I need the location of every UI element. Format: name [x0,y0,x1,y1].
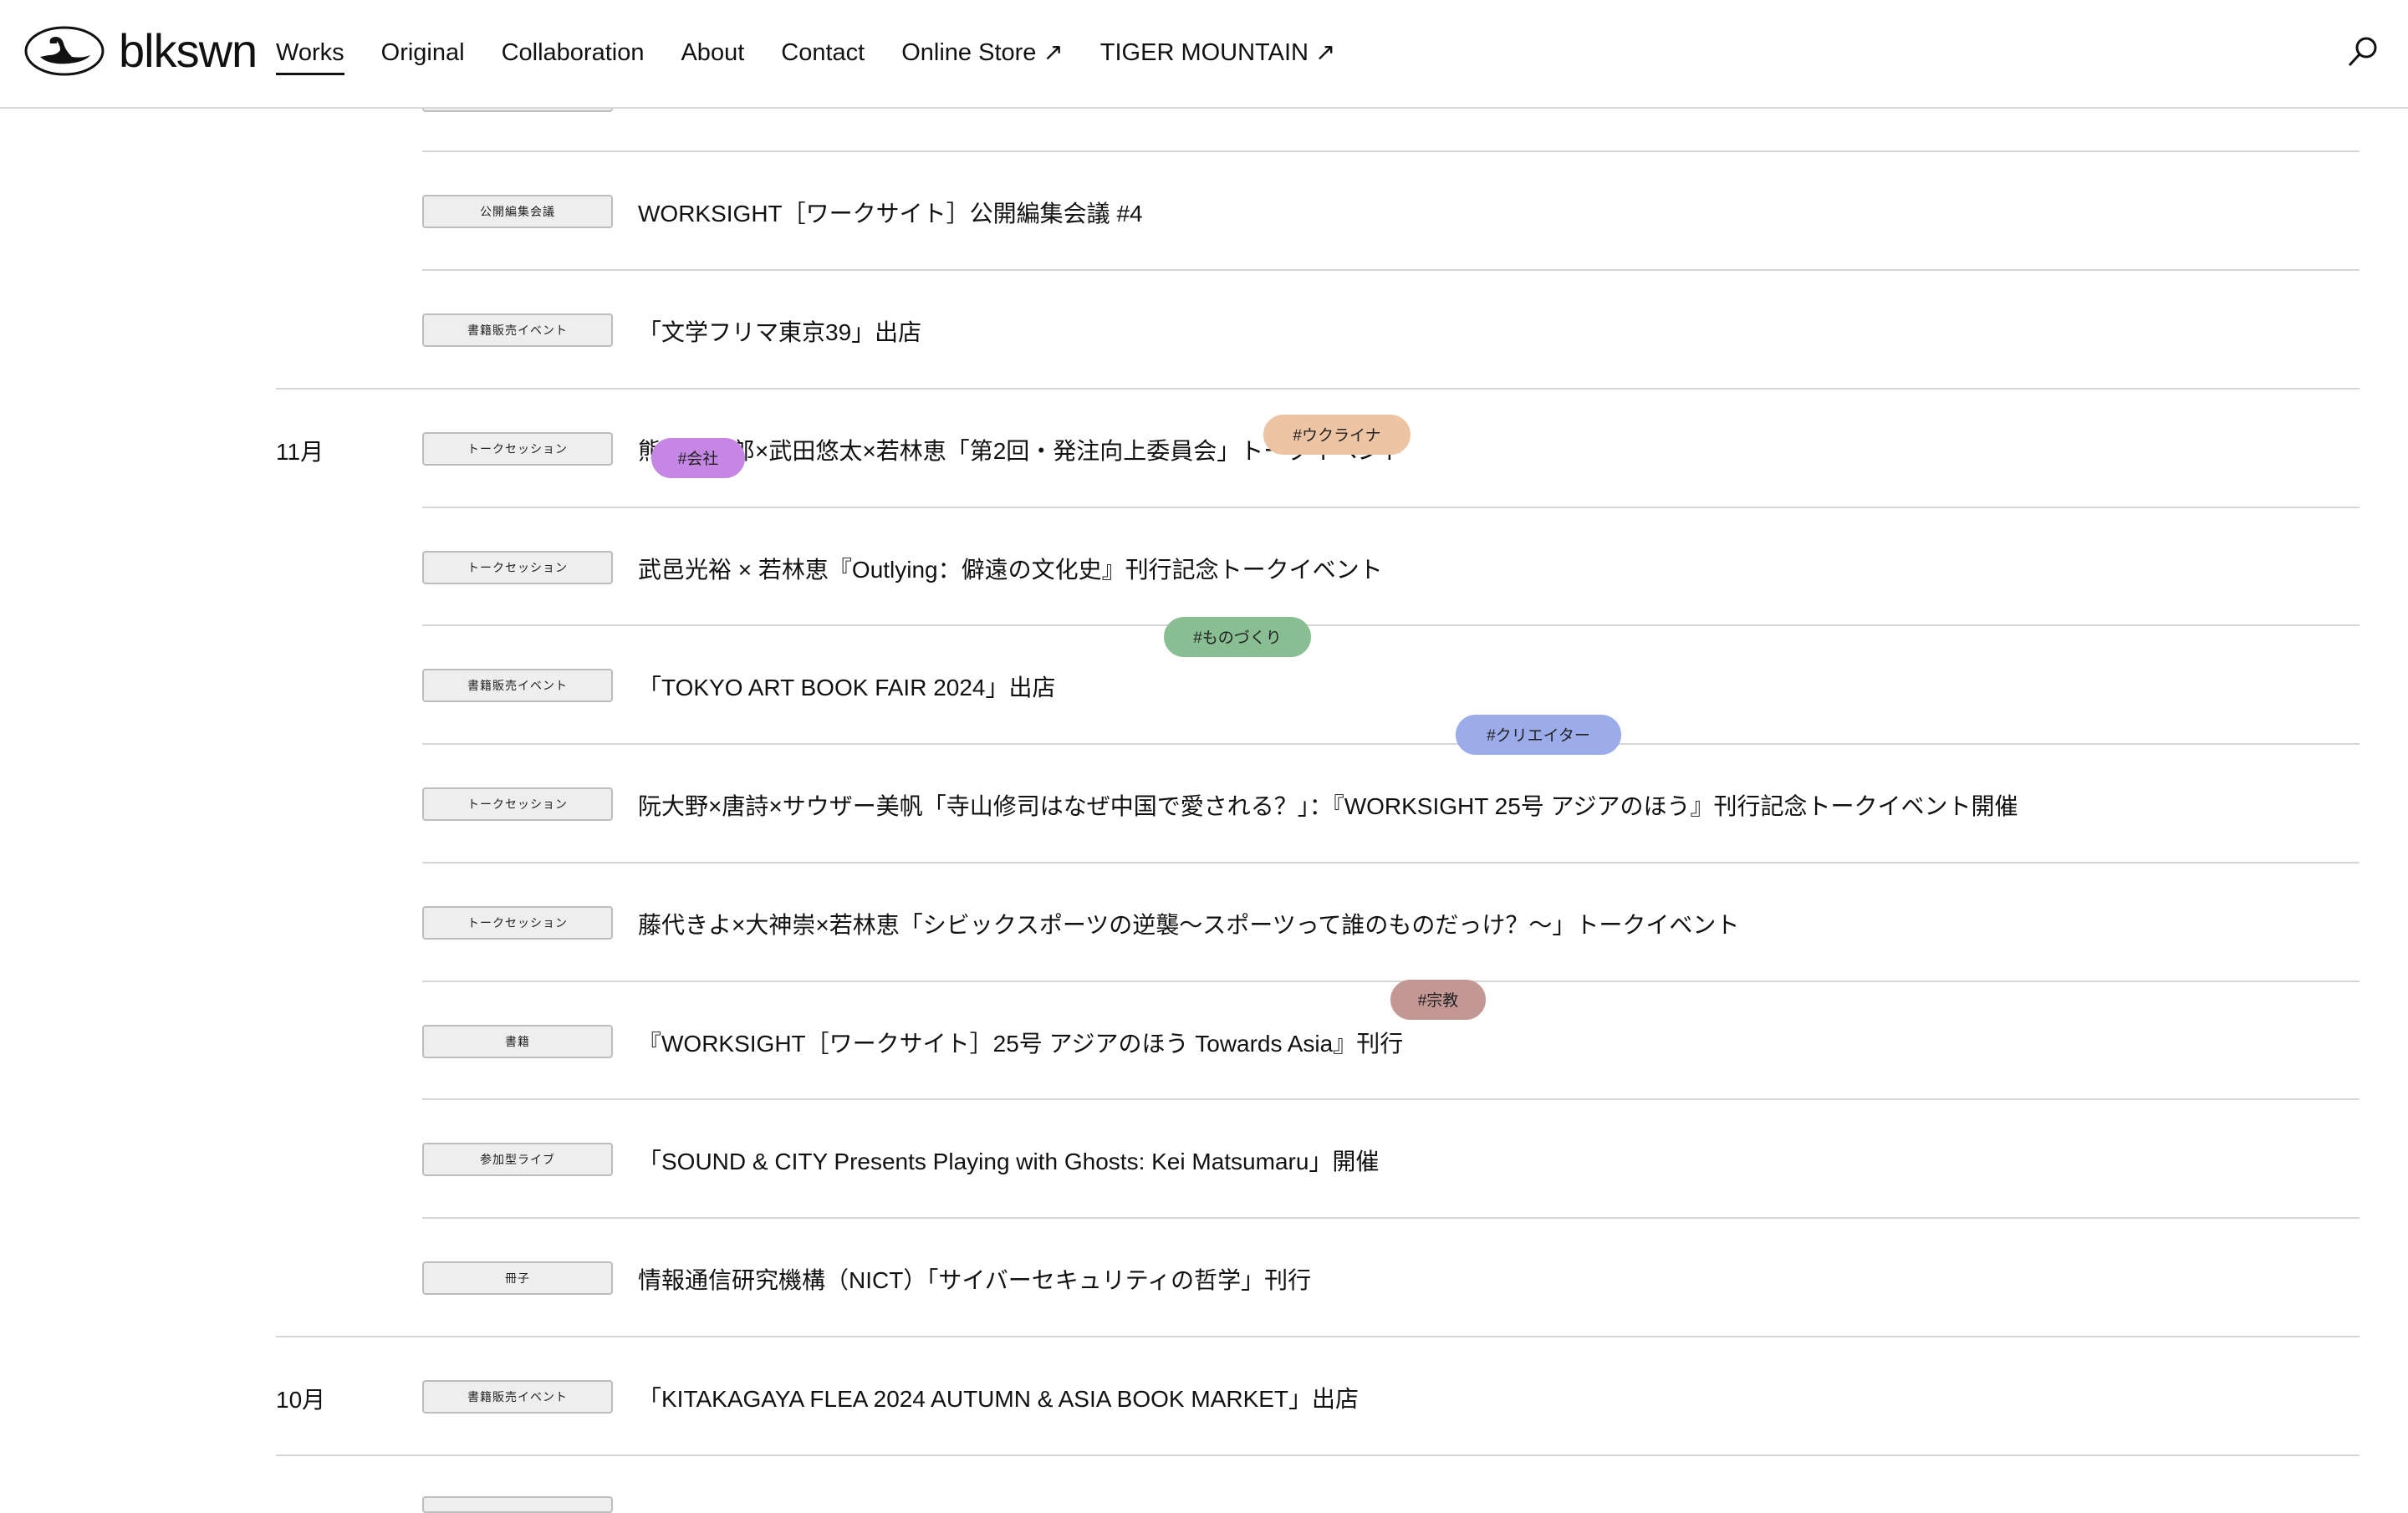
month-label-october: 10月 [276,1387,326,1413]
nav-works[interactable]: Works [276,38,344,75]
row-divider [422,743,2360,745]
work-title-link[interactable]: 『WORKSIGHT［ワークサイト］25号 アジアのほう Towards Asi… [638,1027,1403,1061]
month-divider [276,388,2360,390]
row-divider [422,150,2360,152]
tag-creator[interactable]: #クリエイター [1456,715,1621,755]
work-title-link[interactable]: 「SOUND & CITY Presents Playing with Ghos… [638,1145,1379,1179]
main-nav: Works Original Collaboration About Conta… [276,38,1372,75]
row-divider [422,507,2360,508]
category-badge: 冊子 [422,1261,613,1295]
work-title-link[interactable]: 「TOKYO ART BOOK FAIR 2024」出店 [638,671,1056,705]
work-title-link[interactable]: WORKSIGHT［ワークサイト］公開編集会議 #4 [638,197,1143,231]
category-badge: トークセッション [422,787,613,821]
tag-company[interactable]: #会社 [651,438,745,478]
tag-religion[interactable]: #宗教 [1390,980,1486,1020]
nav-tiger-mountain[interactable]: TIGER MOUNTAIN ↗ [1100,38,1336,73]
category-badge: トークセッション [422,906,613,940]
row-divider [422,1098,2360,1100]
swan-logo-icon [24,26,105,76]
nav-online-store[interactable]: Online Store ↗ [901,38,1064,73]
row-divider [422,624,2360,626]
category-badge: 参加型ライブ [422,1143,613,1176]
month-divider [276,1336,2360,1337]
month-label-november: 11月 [276,439,324,465]
nav-about[interactable]: About [681,38,744,73]
nav-original[interactable]: Original [381,38,465,73]
tag-monozukuri[interactable]: #ものづくり [1164,617,1311,657]
work-title-link[interactable]: 「文学フリマ東京39」出店 [638,316,921,349]
category-badge: トークセッション [422,432,613,466]
nav-contact[interactable]: Contact [781,38,865,73]
work-title-link[interactable]: 阮大野×唐詩×サウザー美帆「寺山修司はなぜ中国で愛される？」：『WORKSIGH… [638,790,2018,823]
row-divider [422,1217,2360,1219]
nav-collaboration[interactable]: Collaboration [502,38,645,73]
category-badge: トークセッション [422,551,613,584]
category-badge: 公開編集会議 [422,195,613,228]
logo-link[interactable]: blkswn [23,23,258,79]
site-header: blkswn Works Original Collaboration Abou… [0,0,2408,109]
work-title-link[interactable]: 「KITAKAGAYA FLEA 2024 AUTUMN & ASIA BOOK… [638,1383,1359,1416]
partial-badge [422,1496,613,1513]
row-divider [422,862,2360,863]
search-icon[interactable] [2346,35,2380,69]
work-title-link[interactable]: 藤代きよ×大神崇×若林恵「シビックスポーツの逆襲〜スポーツって誰のものだっけ？〜… [638,909,1739,942]
logo-text: blkswn [119,24,258,77]
work-title-link[interactable]: 武邑光裕 × 若林恵『Outlying：僻遠の文化史』刊行記念トークイベント [638,553,1383,587]
month-divider [276,1454,2360,1456]
category-badge: 書籍販売イベント [422,669,613,702]
work-title-link[interactable]: 情報通信研究機構（NICT）「サイバーセキュリティの哲学」刊行 [638,1264,1311,1297]
category-badge: 書籍 [422,1025,613,1058]
category-badge: 書籍販売イベント [422,313,613,347]
row-divider [422,981,2360,982]
tag-ukraine[interactable]: #ウクライナ [1263,415,1411,455]
row-divider [422,269,2360,271]
category-badge: 書籍販売イベント [422,1380,613,1414]
